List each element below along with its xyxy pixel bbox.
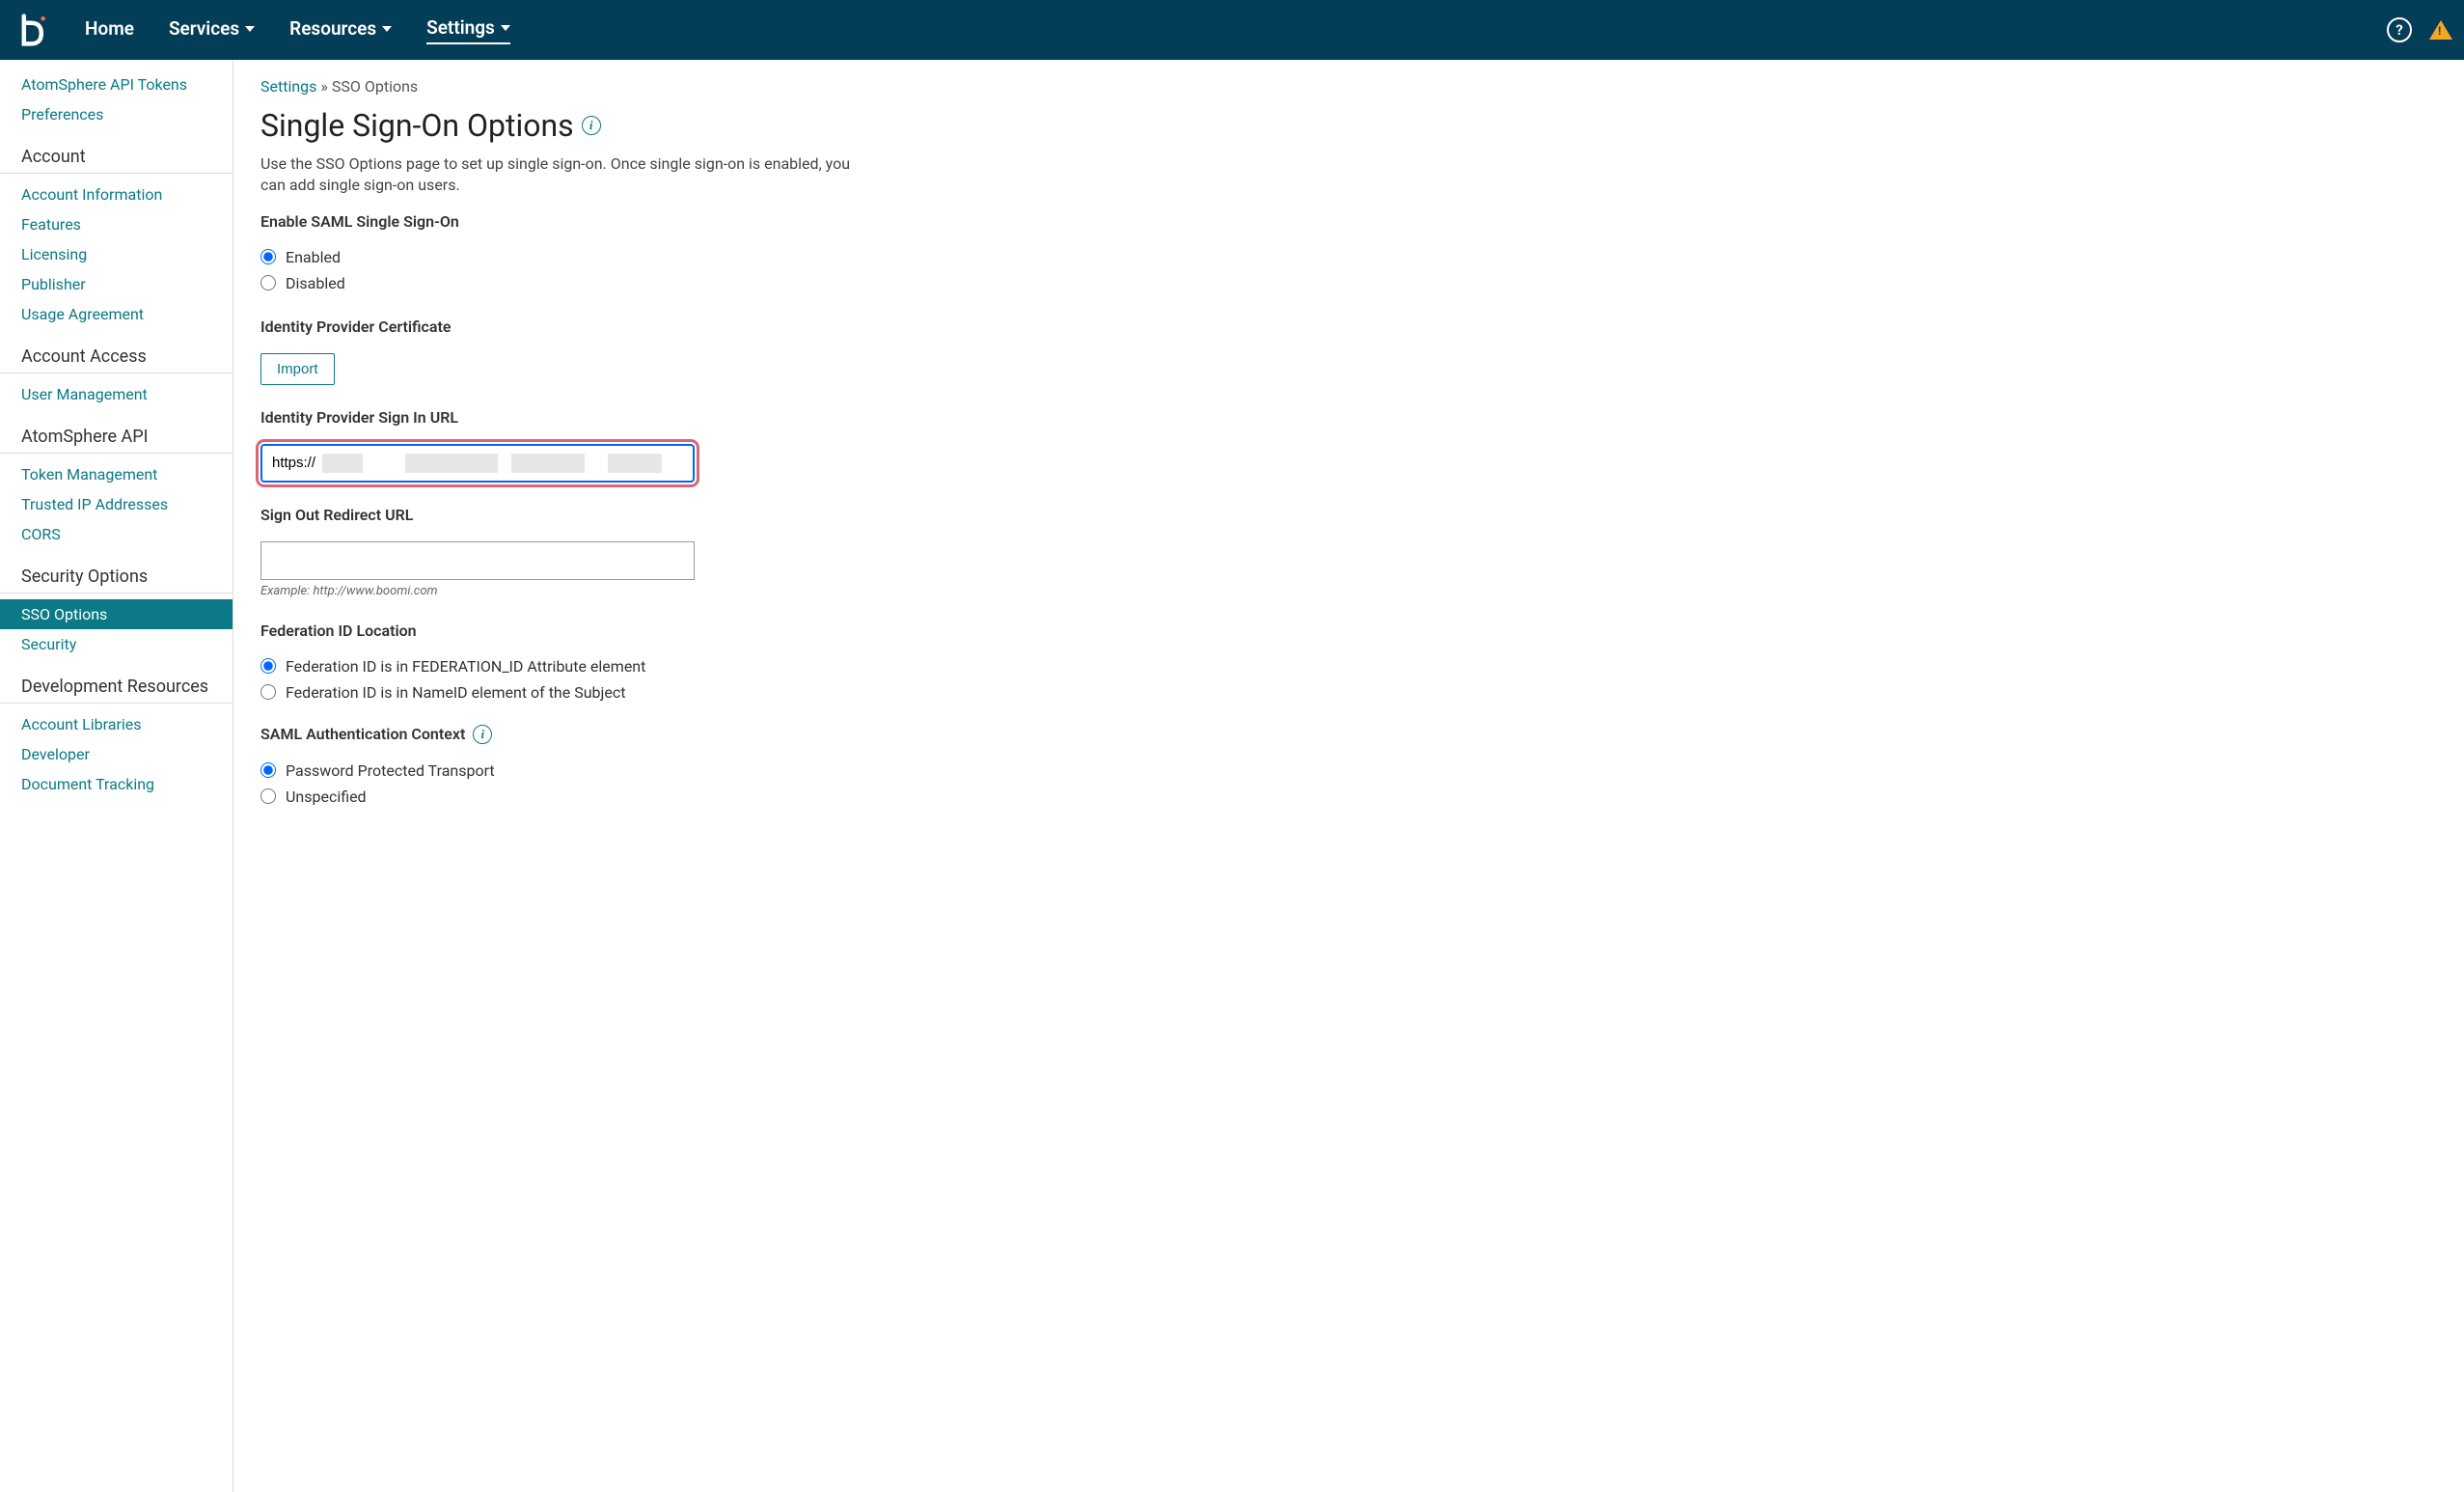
radio-federation-nameid-label[interactable]: Federation ID is in NameID element of th… xyxy=(286,683,625,702)
nav-services-label: Services xyxy=(169,17,239,40)
sidebar-link-security[interactable]: Security xyxy=(0,629,233,659)
radio-federation-attr[interactable] xyxy=(260,658,276,674)
logo[interactable] xyxy=(12,11,50,49)
signout-url-label: Sign Out Redirect URL xyxy=(260,506,1248,524)
breadcrumb-parent[interactable]: Settings xyxy=(260,77,316,96)
page-title-text: Single Sign-On Options xyxy=(260,107,574,144)
nav-resources-label: Resources xyxy=(289,17,376,40)
sidebar-heading-account: Account xyxy=(0,129,233,174)
signout-url-input[interactable] xyxy=(260,541,695,580)
page-title: Single Sign-On Options i xyxy=(260,107,1248,144)
idp-signin-url-label: Identity Provider Sign In URL xyxy=(260,408,1248,427)
info-icon[interactable]: i xyxy=(473,725,492,744)
radio-enabled[interactable] xyxy=(260,249,276,264)
sidebar-link-licensing[interactable]: Licensing xyxy=(0,239,233,269)
sidebar-link-developer[interactable]: Developer xyxy=(0,739,233,769)
chevron-down-icon xyxy=(382,26,392,32)
nav-resources[interactable]: Resources xyxy=(289,17,392,43)
sidebar-link-document-tracking[interactable]: Document Tracking xyxy=(0,769,233,799)
nav-home-label: Home xyxy=(85,17,134,40)
breadcrumb-sep: » xyxy=(316,77,331,96)
breadcrumb: Settings » SSO Options xyxy=(260,77,1248,96)
breadcrumb-current: SSO Options xyxy=(332,77,418,96)
enable-saml-label: Enable SAML Single Sign-On xyxy=(260,212,1248,231)
topbar-right: ? xyxy=(2387,17,2452,42)
sidebar-link-preferences[interactable]: Preferences xyxy=(0,99,233,129)
top-navbar: Home Services Resources Settings ? xyxy=(0,0,2464,60)
help-icon[interactable]: ? xyxy=(2387,17,2412,42)
sidebar-heading-account-access: Account Access xyxy=(0,329,233,373)
radio-unspecified[interactable] xyxy=(260,788,276,804)
radio-disabled[interactable] xyxy=(260,275,276,290)
idp-cert-label: Identity Provider Certificate xyxy=(260,318,1248,336)
warning-icon[interactable] xyxy=(2429,20,2452,40)
nav-home[interactable]: Home xyxy=(85,17,134,43)
sidebar-link-token-management[interactable]: Token Management xyxy=(0,459,233,489)
redacted-segment xyxy=(405,454,498,473)
chevron-down-icon xyxy=(245,26,255,32)
main-content: Settings » SSO Options Single Sign-On Op… xyxy=(233,60,1275,1492)
radio-ppt-label[interactable]: Password Protected Transport xyxy=(286,761,495,780)
radio-enabled-label[interactable]: Enabled xyxy=(286,248,341,266)
sidebar-link-publisher[interactable]: Publisher xyxy=(0,269,233,299)
redacted-segment xyxy=(511,454,585,473)
sidebar-link-cors[interactable]: CORS xyxy=(0,519,233,549)
radio-unspecified-label[interactable]: Unspecified xyxy=(286,787,367,806)
redacted-segment xyxy=(322,454,363,473)
radio-federation-attr-label[interactable]: Federation ID is in FEDERATION_ID Attrib… xyxy=(286,657,645,676)
sidebar-heading-security-options: Security Options xyxy=(0,549,233,594)
radio-federation-nameid[interactable] xyxy=(260,684,276,700)
nav-settings[interactable]: Settings xyxy=(426,16,510,44)
nav-services[interactable]: Services xyxy=(169,17,255,43)
info-icon[interactable]: i xyxy=(582,116,601,135)
signout-url-hint: Example: http://www.boomi.com xyxy=(260,584,1248,598)
radio-ppt[interactable] xyxy=(260,762,276,778)
nav-settings-label: Settings xyxy=(426,16,495,39)
redacted-segment xyxy=(608,454,662,473)
sidebar-link-features[interactable]: Features xyxy=(0,209,233,239)
sidebar-link-usage-agreement[interactable]: Usage Agreement xyxy=(0,299,233,329)
sidebar-link-user-management[interactable]: User Management xyxy=(0,379,233,409)
saml-auth-label: SAML Authentication Context i xyxy=(260,725,1248,744)
federation-label: Federation ID Location xyxy=(260,622,1248,640)
sidebar-link-atomsphere-tokens[interactable]: AtomSphere API Tokens xyxy=(0,69,233,99)
import-button[interactable]: Import xyxy=(260,353,335,385)
sidebar-link-trusted-ip[interactable]: Trusted IP Addresses xyxy=(0,489,233,519)
radio-disabled-label[interactable]: Disabled xyxy=(286,274,345,292)
chevron-down-icon xyxy=(501,25,510,31)
sidebar-heading-dev-resources: Development Resources xyxy=(0,659,233,704)
sidebar: AtomSphere API Tokens Preferences Accoun… xyxy=(0,60,233,1492)
page-description: Use the SSO Options page to set up singl… xyxy=(260,153,878,197)
sidebar-heading-atomsphere-api: AtomSphere API xyxy=(0,409,233,454)
sidebar-link-account-libraries[interactable]: Account Libraries xyxy=(0,709,233,739)
sidebar-link-account-info[interactable]: Account Information xyxy=(0,180,233,209)
saml-auth-label-text: SAML Authentication Context xyxy=(260,725,465,743)
nav-items: Home Services Resources Settings xyxy=(85,16,510,44)
sidebar-link-sso-options[interactable]: SSO Options xyxy=(0,599,233,629)
